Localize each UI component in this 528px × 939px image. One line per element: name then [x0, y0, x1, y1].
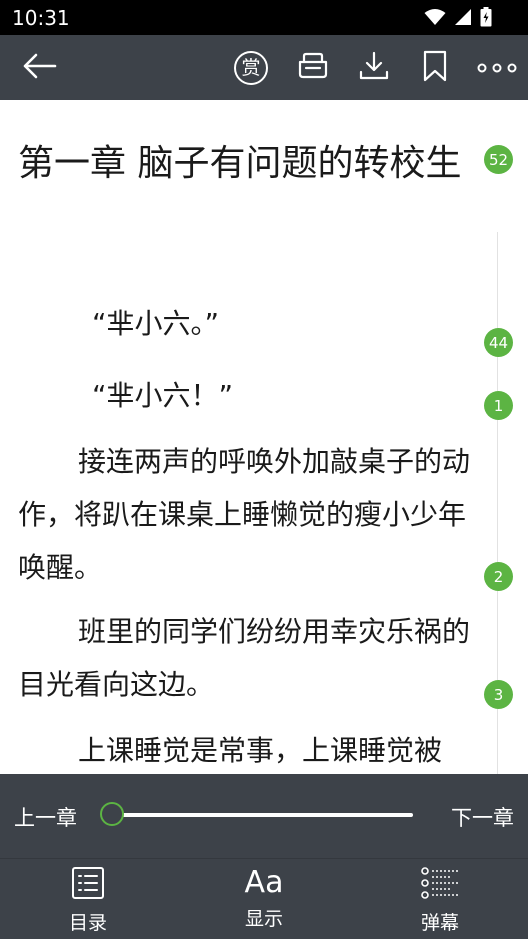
- paragraph: 接连两声的呼唤外加敲桌子的动作，将趴在课桌上睡懒觉的瘦小少年唤醒。: [18, 445, 471, 584]
- panel-divider: [0, 858, 528, 859]
- chapter-content[interactable]: 第一章 脑子有问题的转校生 “芈小六。” “芈小六！” 接连两声的呼唤外加敲桌子…: [0, 100, 528, 774]
- bookmark-icon: [423, 50, 447, 86]
- status-bar: 10:31: [0, 0, 528, 35]
- toc-label: 目录: [68, 912, 107, 934]
- danmaku-button[interactable]: 弹幕: [390, 866, 490, 934]
- paragraph: 班里的同学们纷纷用幸灾乐祸的目光看向这边。: [18, 615, 471, 701]
- paragraph: “芈小六！”: [92, 379, 234, 412]
- toc-button[interactable]: 目录: [38, 866, 138, 934]
- share-button[interactable]: [292, 35, 334, 100]
- chapter-nav-row: 上一章 下一章: [0, 774, 528, 858]
- comment-count-badge[interactable]: 3: [484, 680, 513, 709]
- comment-count-badge[interactable]: 2: [484, 562, 513, 591]
- reward-icon: 赏: [234, 50, 268, 85]
- comment-count-badge[interactable]: 1: [484, 391, 513, 420]
- status-time: 10:31: [12, 6, 70, 30]
- more-icon: [477, 58, 517, 77]
- bookmark-button[interactable]: [414, 35, 456, 100]
- toc-icon: [71, 866, 105, 904]
- reward-button[interactable]: 赏: [230, 35, 272, 100]
- reward-label: 赏: [241, 56, 261, 79]
- chapter-progress-thumb[interactable]: [100, 802, 124, 826]
- battery-icon: [480, 7, 492, 31]
- more-button[interactable]: [474, 35, 520, 100]
- wifi-icon: [424, 8, 446, 30]
- reader-bottom-panel: 上一章 下一章 目录 Aa 显示 弹幕: [0, 774, 528, 939]
- danmaku-label: 弹幕: [420, 912, 459, 934]
- reader-top-bar: 赏: [0, 35, 528, 100]
- font-display-icon: Aa: [244, 865, 284, 900]
- display-label: 显示: [244, 908, 283, 930]
- prev-chapter-button[interactable]: 上一章: [14, 802, 77, 832]
- danmaku-icon: [420, 866, 460, 904]
- comment-count-badge[interactable]: 44: [484, 328, 513, 357]
- download-button[interactable]: [353, 35, 395, 100]
- back-button[interactable]: [14, 35, 64, 100]
- status-icons: [424, 7, 492, 31]
- arrow-left-icon: [21, 52, 57, 84]
- paragraph: 上课睡觉是常事，上课睡觉被: [78, 734, 443, 767]
- next-chapter-button[interactable]: 下一章: [451, 802, 514, 832]
- paragraph: “芈小六。”: [92, 307, 220, 340]
- chapter-title: 第一章 脑子有问题的转校生: [18, 143, 462, 184]
- share-icon: [297, 50, 329, 86]
- comment-count-badge[interactable]: 52: [484, 145, 513, 174]
- download-icon: [359, 50, 389, 86]
- signal-icon: [454, 8, 472, 30]
- display-settings-button[interactable]: Aa 显示: [214, 866, 314, 934]
- chapter-progress-track[interactable]: [113, 813, 413, 817]
